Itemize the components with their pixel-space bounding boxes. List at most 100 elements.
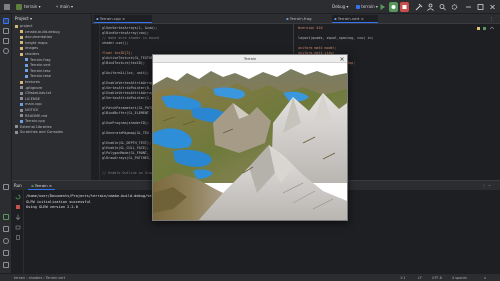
terminal-tool-icon[interactable]	[3, 226, 9, 232]
project-tree-item[interactable]: project	[15, 24, 32, 29]
breadcrumb-root[interactable]: terrain	[14, 276, 25, 280]
folder-icon	[20, 30, 23, 34]
project-badge-icon	[16, 4, 22, 10]
project-tree-item[interactable]: documentation	[20, 35, 52, 40]
project-tool-window: Project ▾ project cmake-build-debug docume…	[12, 14, 92, 199]
project-tree-item[interactable]: Terrain.tesc	[25, 69, 51, 74]
file-icon	[20, 108, 23, 112]
git-tool-icon[interactable]	[3, 262, 9, 268]
folder-icon	[20, 46, 23, 50]
file-encoding[interactable]: UTF-8	[432, 275, 442, 281]
scroll-to-end-icon[interactable]	[15, 214, 21, 220]
debug-button[interactable]	[389, 2, 398, 12]
maximize-icon[interactable]	[476, 2, 485, 12]
project-tree-item[interactable]: NOTICE	[20, 108, 39, 113]
terrain-window-title: Terrain	[243, 57, 257, 61]
file-icon	[25, 58, 28, 62]
services-tool-icon[interactable]	[3, 250, 9, 256]
project-tree-item[interactable]: LICENSE	[20, 97, 40, 102]
project-tree-item-label: documentation	[25, 35, 53, 40]
close-icon[interactable]	[488, 2, 497, 12]
print-icon[interactable]	[15, 224, 21, 230]
people-icon[interactable]	[426, 2, 435, 12]
project-tree-item[interactable]: External Libraries	[15, 125, 52, 130]
structure-tool-icon[interactable]	[3, 38, 9, 44]
tab-terrain-vert[interactable]: ▪ Terrain.vert ×	[332, 15, 378, 23]
terrain-render-canvas[interactable]	[153, 63, 347, 220]
project-tree-item[interactable]: shaders	[20, 52, 39, 57]
run-tool-icon[interactable]	[3, 214, 9, 220]
terrain-app-window[interactable]: Terrain	[152, 54, 348, 221]
project-tree-item[interactable]: textures	[20, 80, 40, 85]
code-line: glGenVertexArrays(1, &vao);	[102, 26, 158, 30]
project-tool-icon[interactable]	[3, 18, 9, 24]
tab-label: Terrain.cpp	[99, 16, 121, 21]
project-panel-title[interactable]: Project	[15, 16, 29, 21]
minimize-icon[interactable]	[464, 2, 473, 12]
console-line: Using GLEW version 2.2.0	[26, 205, 78, 209]
project-tree-item[interactable]: .gitignore	[20, 86, 42, 91]
project-tree-item[interactable]: images	[20, 46, 38, 51]
inspection-widget[interactable]	[476, 26, 496, 31]
more-tools-icon[interactable]	[3, 48, 9, 54]
trash-icon[interactable]	[15, 234, 21, 240]
stop-icon[interactable]	[15, 204, 21, 210]
terrain-close-icon[interactable]	[339, 56, 345, 62]
project-tree-item-label: .gitignore	[25, 85, 43, 90]
breadcrumb-file[interactable]: Terrain.vert	[46, 276, 65, 280]
run-panel-options-icon[interactable]: ⋮ —	[482, 182, 491, 189]
folder-icon	[20, 35, 23, 39]
run-config-tab[interactable]: ▪ Terrain ×	[28, 181, 56, 190]
caret-position[interactable]: 1:1	[400, 275, 405, 281]
main-menu-icon[interactable]	[3, 3, 11, 11]
run-config-selector[interactable]: Debug ▾	[332, 3, 348, 11]
commit-tool-icon[interactable]	[3, 28, 9, 34]
file-icon	[20, 119, 23, 123]
project-tree-item[interactable]: main.cpp	[20, 102, 42, 107]
run-button[interactable]	[378, 2, 387, 12]
branch-widget[interactable]: ⑂ main ▾	[56, 3, 73, 11]
code-line: // make sure shader is bound	[102, 36, 160, 40]
project-tree-item[interactable]: Terrain.tese	[25, 74, 51, 79]
indent-setting[interactable]: 4 spaces	[452, 275, 467, 281]
bookmarks-tool-icon[interactable]	[3, 184, 9, 190]
line-separator[interactable]: LF	[418, 275, 422, 281]
project-tree-item-label: main.cpp	[25, 102, 42, 107]
stop-button[interactable]	[400, 2, 409, 12]
project-tree-item[interactable]: cmake-build-debug	[20, 30, 60, 35]
project-tree-item[interactable]: Terrain.vert	[25, 63, 51, 68]
file-icon	[20, 86, 23, 90]
code-line: layout(quads, equal_spacing, ccw) in;	[298, 36, 374, 40]
file-icon	[20, 91, 23, 95]
build-icon[interactable]	[414, 2, 423, 12]
project-widget[interactable]: terrain ▾	[16, 3, 41, 11]
settings-gear-icon[interactable]	[450, 2, 459, 12]
terrain-window-titlebar[interactable]: Terrain	[153, 55, 347, 63]
search-icon[interactable]	[438, 2, 447, 12]
code-line: #version 410	[298, 26, 323, 30]
project-tree-item[interactable]: Scratches and Consoles	[15, 130, 63, 135]
run-target-selector[interactable]: terrain ▾	[356, 3, 378, 11]
project-tree-item[interactable]: README.md	[20, 114, 47, 119]
folder-icon	[20, 52, 23, 56]
tab-terrain-frag[interactable]: ▪ Terrain.frag	[284, 15, 328, 23]
project-tree-item[interactable]: CMakeLists.txt	[20, 91, 51, 96]
tab-terrain-cpp[interactable]: ▪ Terrain.cpp ×	[94, 15, 152, 23]
project-tree-item[interactable]: height maps	[20, 41, 47, 46]
breadcrumb-dir[interactable]: shaders	[29, 276, 42, 280]
code-line: glEnable(GL_DEPTH_TEST);	[102, 141, 151, 145]
file-icon	[20, 102, 23, 106]
project-tree-item-label: cmake-build-debug	[25, 29, 60, 34]
project-tree-item[interactable]: Terrain.frag	[25, 58, 51, 63]
code-line: glBindTexture(texID);	[102, 61, 145, 65]
run-target-name: terrain	[361, 4, 375, 9]
tabs-more-icon[interactable]: ⋮	[488, 15, 498, 23]
project-tree-item[interactable]: Terrain.cpp	[20, 119, 45, 124]
lock-icon[interactable]: ▫	[484, 275, 486, 281]
problems-tool-icon[interactable]	[3, 238, 9, 244]
folder-icon	[20, 41, 23, 45]
terrain-render-image	[153, 63, 347, 220]
shader-file-icon: ▪	[334, 16, 337, 21]
rerun-icon[interactable]	[15, 194, 21, 200]
build-type-label: Debug	[332, 4, 346, 9]
